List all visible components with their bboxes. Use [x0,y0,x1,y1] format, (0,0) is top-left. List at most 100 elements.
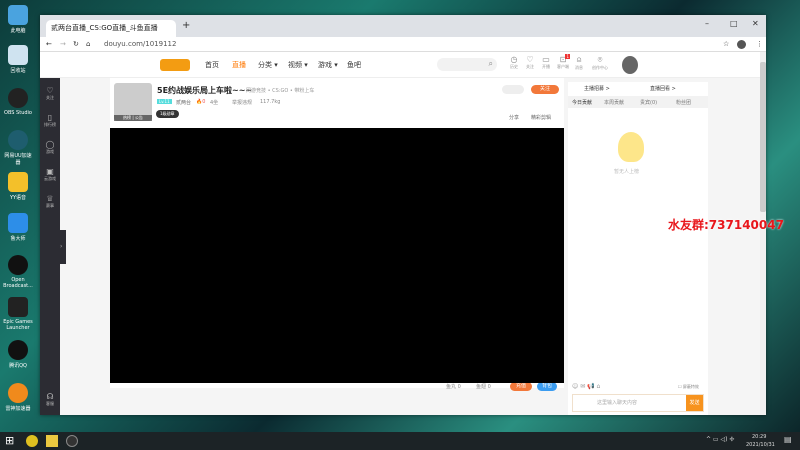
back-icon[interactable]: ← [46,40,52,48]
mouse-icon: ◯ [45,140,55,149]
block-effects-checkbox[interactable]: ☐ 屏蔽特效 [678,384,699,390]
live-button[interactable]: ▭ 开播 [539,55,553,70]
video-player[interactable] [110,128,564,383]
search-input[interactable]: ⌕ [437,58,497,71]
address-bar: ← → ↻ ⌂ douyu.com/1019112 ☆ ⋮ [40,37,766,52]
tab-week[interactable]: 本周贡献 [604,99,624,106]
browser-tab[interactable]: 贰两台直播_CS:GO直播_斗鱼直播 [46,20,176,37]
obs-taskbar-icon[interactable] [66,435,78,447]
clip-button[interactable]: 精彩剪辑 [531,114,551,121]
live-icon: ▭ [542,55,550,64]
site-header: 首页 直播 分类 ▾ 视频 ▾ 游戏 ▾ 鱼吧 ⌕ ◷ 历史 ♡ 关注 ▭ 开播 ⊡ 客… [40,52,766,78]
empty-rank-text: 暂无人上榜 [614,169,640,175]
nav-live[interactable]: 直播 [232,60,246,70]
sidebar-expand-handle[interactable]: › [60,230,66,264]
mail-icon[interactable]: ✉ [580,383,585,390]
clock-date[interactable]: 2021/10/31 [746,442,775,448]
backpack-button[interactable]: 背包 [537,382,557,391]
streamer-avatar[interactable]: 热榜 | 公告 [114,83,152,121]
minimize-button[interactable]: – [705,19,709,28]
notification-icon[interactable]: ▤ [784,435,792,444]
tray-icons[interactable]: ^ ▭ ◁) ✢ [706,436,734,443]
desktop-icon[interactable]: Epic Games Launcher [2,297,34,331]
desktop-icon[interactable]: Open Broadcast... [2,255,34,289]
ranking-icon: ▯ [47,113,53,122]
horn-icon[interactable]: 📢 [587,383,594,390]
fishfin-count: 鱼翅 0 [476,384,491,390]
nav-home[interactable]: 首页 [205,60,219,70]
forward-icon[interactable]: → [60,40,66,48]
douyu-logo[interactable] [160,59,190,71]
desktop-icon[interactable]: YY语音 [2,172,34,201]
menu-icon[interactable]: ⋮ [756,40,763,48]
clock-time[interactable]: 20:29 [752,434,766,440]
scrollbar[interactable] [760,52,766,415]
fan-badge[interactable]: 1级勋章 [156,110,179,118]
room-title: 5E约战娱乐局上车啦~~~ [157,86,253,95]
douyu-taskbar-icon[interactable] [46,435,58,447]
tab-fans[interactable]: 粉丝团 [676,99,691,106]
url-input[interactable]: douyu.com/1019112 [104,40,176,48]
nav-video[interactable]: 视频 ▾ [288,60,308,70]
sidebar-item-events[interactable]: ♕ 赛事 [40,194,60,209]
chrome-taskbar-icon[interactable] [26,435,38,447]
close-button[interactable]: ✕ [752,19,759,28]
weight-value: 117.7kg [260,99,281,105]
anchor-recruit-link[interactable]: 主播招募 > [584,85,610,92]
replay-link[interactable]: 直播回看 > [650,85,676,92]
sidebar-item-ranking[interactable]: ▯ 排行榜 [40,113,60,128]
streamer-name[interactable]: 贰两台 [176,99,191,106]
follow-button[interactable]: ♡ 关注 [523,55,537,70]
message-button[interactable]: ⍝ 消息 [572,55,586,71]
share-button[interactable]: 分享 [509,114,519,121]
level-badge: Lv.11 [157,99,172,104]
headset-icon: ☊ [46,392,54,401]
client-button[interactable]: ⊡ 客户端 1 [556,54,570,70]
nav-games[interactable]: 游戏 ▾ [318,60,338,70]
heart-icon: ♡ [46,86,54,95]
follow-button[interactable]: 关注 [531,85,559,94]
home-icon[interactable]: ⌂ [86,40,90,48]
chat-input[interactable]: 这里输入聊天内容 [597,399,637,406]
nav-category[interactable]: 分类 ▾ [258,60,278,70]
trophy-icon: ♕ [46,194,54,203]
desktop-icon[interactable]: 此电脑 [2,5,34,34]
tab-vip[interactable]: 贵宾(0) [640,99,657,106]
settings-toggle[interactable] [502,85,524,94]
taskbar: ⊞ ^ ▭ ◁) ✢ 20:29 2021/10/31 ▤ [0,432,800,450]
bell-icon: ⍝ [576,55,582,64]
gift-icon[interactable]: ⌂ [597,383,601,390]
reload-icon[interactable]: ↻ [73,40,79,48]
desktop-icon[interactable]: OBS Studio [2,88,34,116]
search-icon[interactable]: ⌕ [489,59,493,69]
location-icon: ⌾ [597,55,603,64]
sidebar-item-follow[interactable]: ♡ 关注 [40,86,60,101]
tab-today[interactable]: 今日贡献 [572,99,592,106]
browser-window: 贰两台直播_CS:GO直播_斗鱼直播 + – □ ✕ ← → ↻ ⌂ douyu… [40,15,766,415]
star-icon[interactable]: ☆ [723,40,729,48]
profile-avatar[interactable] [737,40,746,49]
heat-value: 🔥0 [196,99,206,105]
room-category[interactable]: 网游竞技 • CS:GO • 带粉上车 [246,87,314,94]
notification-badge: 1 [565,54,570,59]
windows-start-icon[interactable]: ⊞ [5,434,14,447]
emoji-icon[interactable]: ☺ [572,383,578,390]
desktop-icon[interactable]: 腾讯QQ [2,340,34,369]
desktop-icon[interactable]: 网易UU加速器 [2,130,34,166]
report-link[interactable]: 举报违规 [232,99,252,106]
desktop-icon[interactable]: 鲁大师 [2,213,34,242]
creator-button[interactable]: ⌾ 创作中心 [590,55,610,71]
maximize-button[interactable]: □ [730,19,738,28]
send-button[interactable]: 发送 [686,395,703,411]
history-button[interactable]: ◷ 历史 [507,55,521,70]
desktop-icon[interactable]: 回收站 [2,45,34,74]
desktop-icon[interactable]: 雷神加速器 [2,383,34,412]
sidebar-item-games[interactable]: ◯ 游戏 [40,140,60,155]
recharge-button[interactable]: 充值 [510,382,532,391]
chat-box: 这里输入聊天内容 发送 [572,394,704,412]
nav-yuba[interactable]: 鱼吧 [347,60,361,70]
sidebar-item-service[interactable]: ☊ 客服 [40,392,60,407]
sidebar-item-cloud-games[interactable]: ▣ 云游戏 [40,167,60,182]
new-tab-button[interactable]: + [182,20,190,31]
user-avatar[interactable] [622,56,638,74]
